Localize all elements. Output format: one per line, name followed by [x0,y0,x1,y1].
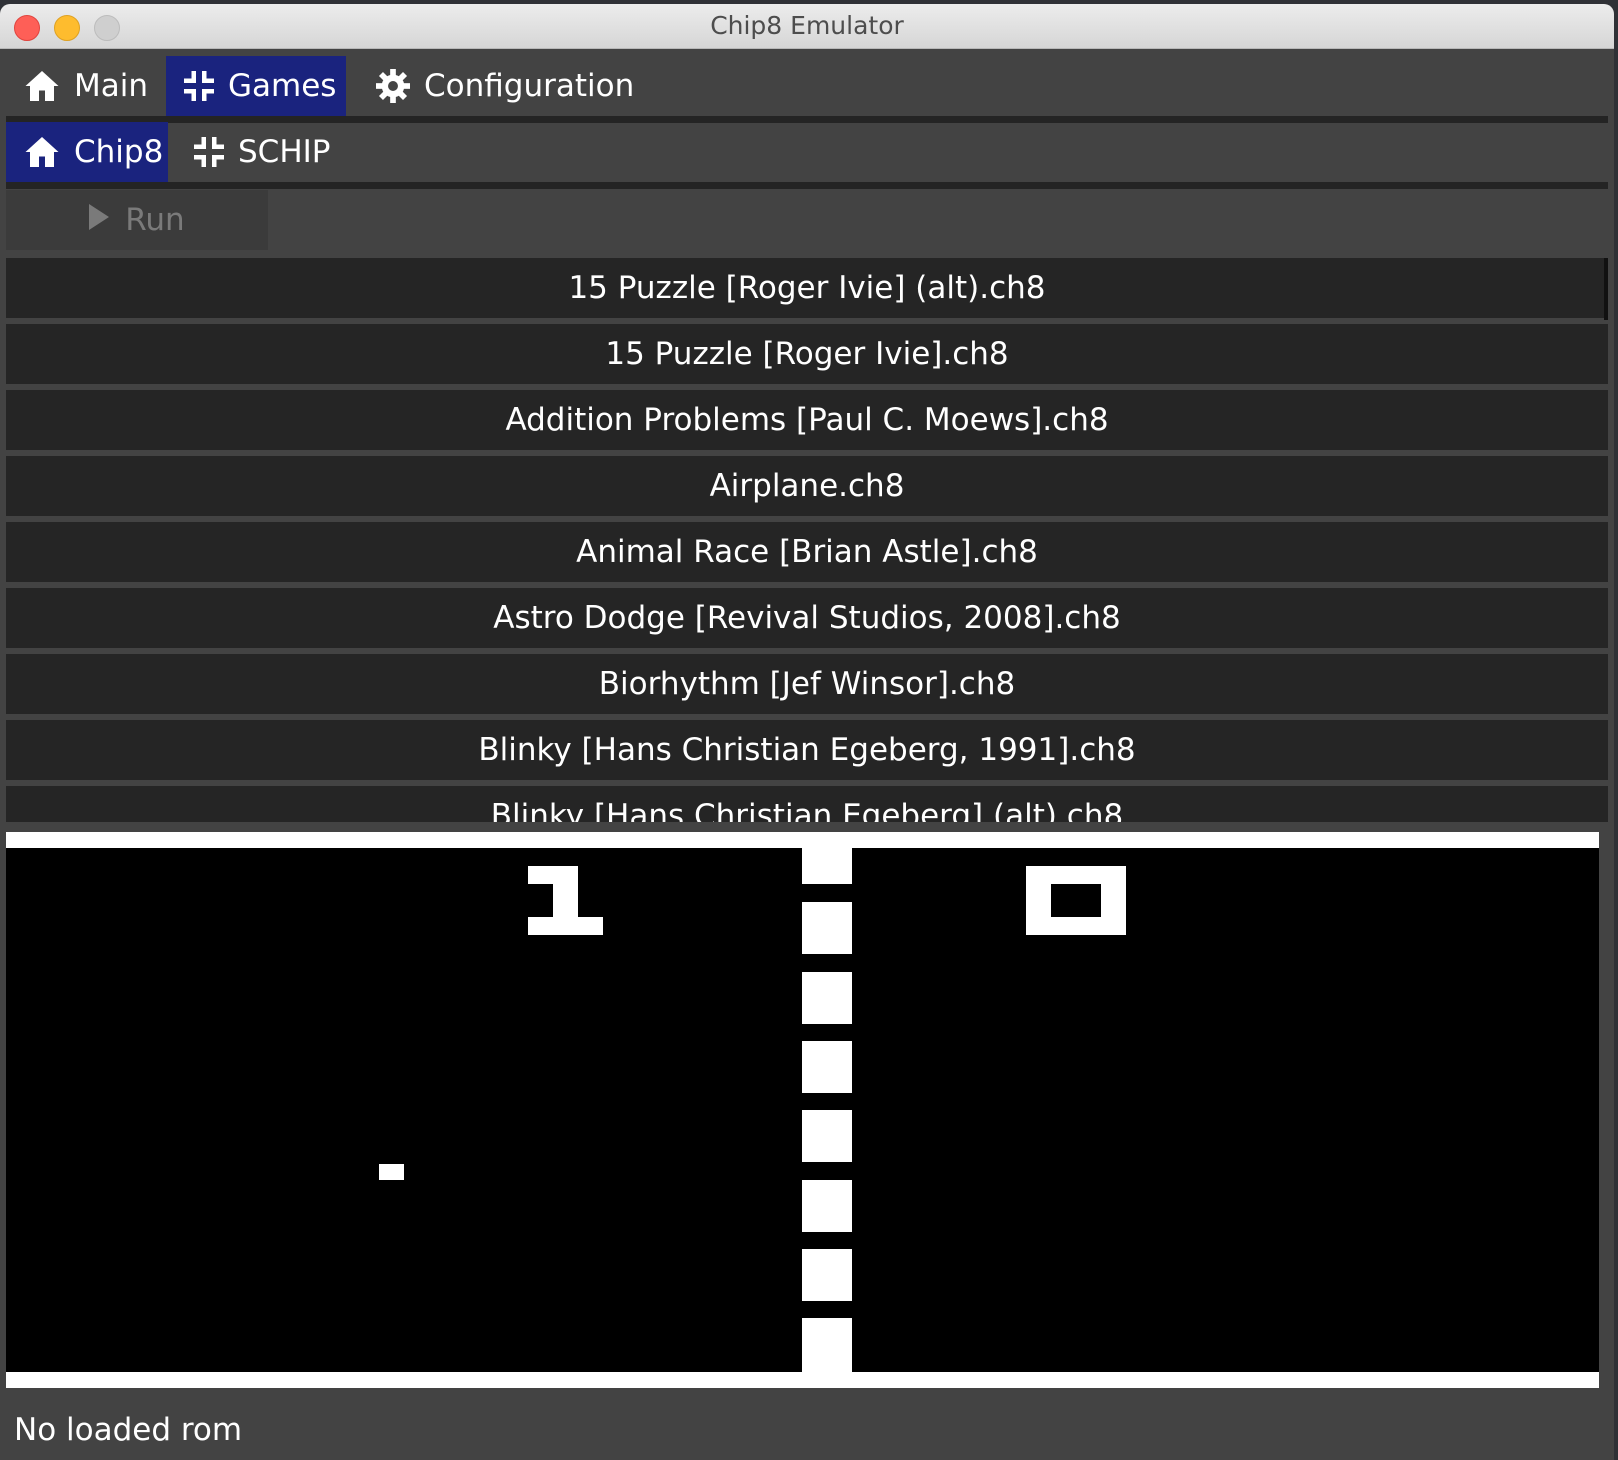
net-segment [802,1110,852,1162]
net-segment [802,1249,852,1301]
tab-schip-label: SCHIP [238,134,331,170]
tab-chip8-label: Chip8 [74,134,164,170]
list-item[interactable]: Blinky [Hans Christian Egeberg, 1991].ch… [6,720,1608,780]
tab-configuration[interactable]: Configuration [358,56,638,116]
list-item[interactable]: Airplane.ch8 [6,456,1608,516]
list-item[interactable]: Biorhythm [Jef Winsor].ch8 [6,654,1608,714]
net-segment [802,902,852,954]
emulator-display [6,832,1599,1388]
run-button-label: Run [125,202,185,238]
main-tab-bar: Main Games Configuration [6,56,1608,123]
tab-configuration-label: Configuration [424,68,635,104]
compress-icon [184,71,214,101]
app-window: Chip8 Emulator Main Games Configuration … [0,4,1614,1460]
window-title: Chip8 Emulator [710,11,904,40]
compress-icon [194,137,224,167]
sub-tab-bar: Chip8 SCHIP [6,122,1608,189]
court-bottom-border [6,1372,1599,1388]
play-icon [89,202,110,238]
tab-games-label: Games [228,68,337,104]
net-segment [802,972,852,1024]
net-segment [802,1041,852,1093]
scrollbar[interactable] [1604,258,1608,320]
tab-games[interactable]: Games [166,56,346,116]
toolbar: Run [6,190,1608,254]
run-button[interactable]: Run [6,190,268,250]
title-bar: Chip8 Emulator [0,4,1614,49]
tab-main-label: Main [74,68,149,104]
gear-icon [376,69,410,103]
list-item[interactable]: Astro Dodge [Revival Studios, 2008].ch8 [6,588,1608,648]
status-text: No loaded rom [14,1412,243,1448]
tab-main[interactable]: Main [6,56,162,116]
net-segment [802,1180,852,1232]
sub-tab-bar-divider [6,182,1608,189]
tab-schip[interactable]: SCHIP [176,122,346,182]
list-item[interactable]: Blinky [Hans Christian Egeberg] (alt).ch… [6,786,1608,822]
home-icon [24,69,60,103]
list-item[interactable]: 15 Puzzle [Roger Ivie] (alt).ch8 [6,258,1608,318]
net-segment [802,848,852,884]
rom-list[interactable]: 15 Puzzle [Roger Ivie] (alt).ch8 15 Puzz… [6,258,1608,822]
home-icon [24,135,60,169]
list-item[interactable]: 15 Puzzle [Roger Ivie].ch8 [6,324,1608,384]
court-top-border [6,832,1599,848]
list-item[interactable]: Animal Race [Brian Astle].ch8 [6,522,1608,582]
net-segment [802,1318,852,1372]
ball [379,1164,404,1180]
list-item[interactable]: Addition Problems [Paul C. Moews].ch8 [6,390,1608,450]
tab-chip8[interactable]: Chip8 [6,122,168,182]
